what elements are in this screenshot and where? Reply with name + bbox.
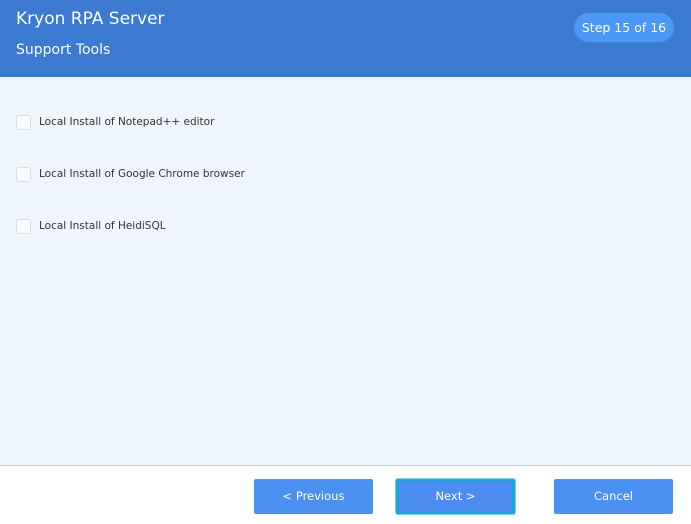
option-heidisql[interactable]: Local Install of HeidiSQL — [16, 217, 166, 235]
app-title: Kryon RPA Server — [16, 9, 165, 29]
heidisql-checkbox[interactable] — [16, 218, 31, 234]
step-badge: Step 15 of 16 — [574, 13, 674, 42]
previous-button[interactable]: < Previous — [254, 479, 373, 514]
page-title: Support Tools — [16, 42, 111, 58]
option-google-chrome[interactable]: Local Install of Google Chrome browser — [16, 165, 245, 183]
google-chrome-checkbox[interactable] — [16, 166, 31, 182]
next-button[interactable]: Next > — [396, 479, 515, 514]
cancel-button[interactable]: Cancel — [554, 479, 673, 514]
option-label: Local Install of Google Chrome browser — [39, 168, 245, 180]
option-label: Local Install of Notepad++ editor — [39, 116, 215, 128]
option-notepad-plus-plus[interactable]: Local Install of Notepad++ editor — [16, 113, 214, 131]
wizard-header: Kryon RPA Server Support Tools Step 15 o… — [0, 0, 691, 77]
option-label: Local Install of HeidiSQL — [39, 220, 166, 232]
notepad-plus-plus-checkbox[interactable] — [16, 114, 31, 130]
options-panel — [0, 77, 691, 465]
